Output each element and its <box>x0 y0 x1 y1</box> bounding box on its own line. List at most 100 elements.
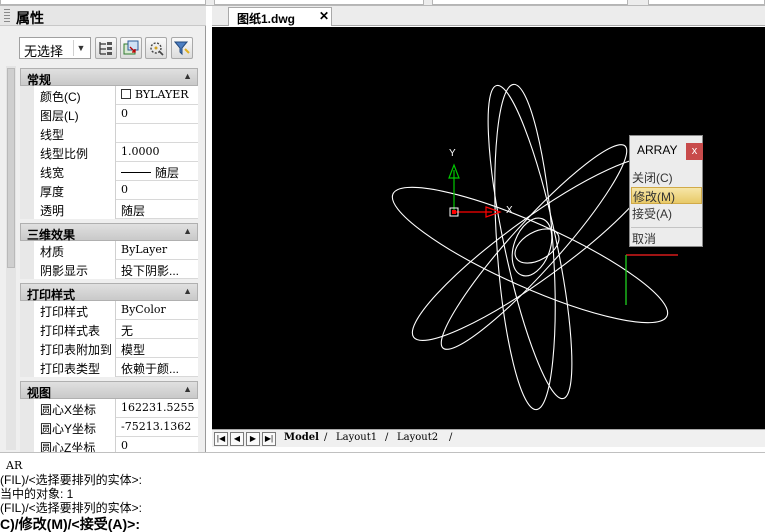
menu-item-close[interactable]: 关闭(C) <box>631 169 702 186</box>
property-row-plot-style[interactable]: 打印样式 ByColor <box>20 301 198 320</box>
row-gutter <box>20 241 34 260</box>
filter-icon <box>174 41 190 56</box>
selection-value: 无选择 <box>24 44 64 59</box>
command-prompt[interactable]: C)/修改(M)/<接受(A)>: <box>0 514 140 532</box>
row-gutter <box>20 260 34 279</box>
toolbar-field[interactable] <box>0 0 206 5</box>
property-row-center-x[interactable]: 圆心X坐标 162231.5255 <box>20 399 198 418</box>
select-objects-icon <box>123 40 139 55</box>
panel-scrollbar[interactable] <box>6 66 16 450</box>
property-row-plot-style-table[interactable]: 打印样式表 无 <box>20 320 198 339</box>
array-context-menu: ARRAY x 关闭(C) 修改(M) 接受(A) 取消 <box>629 135 703 247</box>
property-value[interactable]: 无 <box>117 320 198 339</box>
property-name: 打印样式表 <box>34 320 116 339</box>
section-view[interactable]: 视图 ▲ <box>20 381 198 400</box>
close-icon[interactable]: ✕ <box>319 9 329 23</box>
property-value[interactable]: BYLAYER <box>117 86 198 105</box>
property-row-linetype-scale[interactable]: 线型比例 1.0000 <box>20 143 198 162</box>
menu-title: ARRAY <box>637 143 678 157</box>
property-name: 圆心Z坐标 <box>34 437 116 452</box>
property-value[interactable]: 162231.5255 <box>117 399 198 418</box>
tab-layout1[interactable]: Layout1 <box>336 431 377 447</box>
last-layout-icon[interactable]: ▶| <box>262 432 276 446</box>
tab-drawing[interactable]: 图纸1.dwg ✕ <box>228 7 332 26</box>
property-row-center-y[interactable]: 圆心Y坐标 -75213.1362 <box>20 418 198 437</box>
prev-layout-icon[interactable]: ◀ <box>230 432 244 446</box>
row-gutter <box>20 181 34 200</box>
property-value[interactable]: -75213.1362 <box>117 418 198 437</box>
array-ellipse[interactable] <box>471 80 588 404</box>
property-row-plot-table-type[interactable]: 打印表类型 依赖于颜... <box>20 358 198 377</box>
property-value[interactable]: 模型 <box>117 339 198 358</box>
lineweight-value: 随层 <box>155 166 180 180</box>
properties-panel: 属性 无选择 ▼ 常规 ▲ 颜色(C) BYLAYER 图层(L) 0 线型 线… <box>0 6 206 452</box>
property-value[interactable]: ByColor <box>117 301 198 320</box>
property-name: 线型 <box>34 124 116 143</box>
drag-grip-icon[interactable] <box>4 9 10 23</box>
properties-title-bar[interactable]: 属性 <box>0 6 206 26</box>
filter-button[interactable] <box>171 37 193 59</box>
row-gutter <box>20 418 34 437</box>
close-icon[interactable]: x <box>686 143 703 160</box>
selection-toolbar: 无选择 ▼ <box>19 37 199 61</box>
property-row-material[interactable]: 材质 ByLayer <box>20 241 198 260</box>
property-name: 圆心X坐标 <box>34 399 116 418</box>
ucs-x-label: X <box>506 205 513 216</box>
property-row-linetype[interactable]: 线型 <box>20 124 198 143</box>
property-value[interactable]: 1.0000 <box>117 143 198 162</box>
ucs-y-label: Y <box>449 148 456 159</box>
property-row-plot-table-attached[interactable]: 打印表附加到 模型 <box>20 339 198 358</box>
property-value[interactable]: 依赖于颜... <box>117 358 198 377</box>
property-row-layer[interactable]: 图层(L) 0 <box>20 105 198 124</box>
color-swatch-icon <box>121 89 131 99</box>
property-value[interactable] <box>117 124 198 143</box>
first-layout-icon[interactable]: |◀ <box>214 432 228 446</box>
toolbar-field[interactable] <box>214 0 424 5</box>
tab-end-sep: / <box>449 432 453 443</box>
collapse-icon[interactable]: ▲ <box>183 226 192 236</box>
property-row-thickness[interactable]: 厚度 0 <box>20 181 198 200</box>
row-gutter <box>20 200 34 219</box>
layout-tab-bar: |◀ ◀ ▶ ▶| Model / Layout1 / Layout2 / <box>212 429 765 447</box>
section-plot-style[interactable]: 打印样式 ▲ <box>20 283 198 302</box>
section-general[interactable]: 常规 ▲ <box>20 68 198 87</box>
property-row-lineweight[interactable]: 线宽 随层 <box>20 162 198 181</box>
next-layout-icon[interactable]: ▶ <box>246 432 260 446</box>
property-row-center-z[interactable]: 圆心Z坐标 0 <box>20 437 198 452</box>
array-ellipse[interactable] <box>486 82 565 411</box>
array-ellipse[interactable] <box>425 130 643 364</box>
selection-dropdown[interactable]: 无选择 ▼ <box>19 37 91 59</box>
property-row-color[interactable]: 颜色(C) BYLAYER <box>20 86 198 105</box>
menu-item-modify[interactable]: 修改(M) <box>631 187 702 204</box>
toolbar-field[interactable] <box>648 0 765 5</box>
toolbar-field[interactable] <box>432 0 628 5</box>
collapse-icon[interactable]: ▲ <box>183 384 192 394</box>
property-value[interactable]: 0 <box>117 437 198 452</box>
tab-layout2[interactable]: Layout2 <box>397 431 438 447</box>
collapse-icon[interactable]: ▲ <box>183 286 192 296</box>
property-value[interactable]: 0 <box>117 105 198 124</box>
property-row-shadow-display[interactable]: 阴影显示 投下阴影... <box>20 260 198 279</box>
property-value[interactable]: 随层 <box>117 200 198 219</box>
menu-item-cancel[interactable]: 取消 <box>631 230 702 247</box>
section-3d-effects[interactable]: 三维效果 ▲ <box>20 223 198 242</box>
property-value[interactable]: 投下阴影... <box>117 260 198 279</box>
menu-header: ARRAY x <box>630 136 703 166</box>
tab-model[interactable]: Model <box>284 431 319 447</box>
properties-title: 属性 <box>16 10 44 26</box>
chevron-down-icon[interactable]: ▼ <box>73 40 88 56</box>
menu-item-accept[interactable]: 接受(A) <box>631 205 702 222</box>
property-row-transparency[interactable]: 透明 随层 <box>20 200 198 219</box>
quick-select-button[interactable] <box>145 37 167 59</box>
scrollbar-thumb[interactable] <box>7 68 15 268</box>
row-gutter <box>20 339 34 358</box>
property-value[interactable]: 0 <box>117 181 198 200</box>
property-name: 打印表类型 <box>34 358 116 377</box>
toggle-pickadd-button[interactable] <box>95 37 117 59</box>
property-value[interactable]: ByLayer <box>117 241 198 260</box>
command-line[interactable]: AR (FIL)/<选择要排列的实体>: 当中的对象: 1 (FIL)/<选择要… <box>0 452 765 532</box>
select-objects-button[interactable] <box>120 37 142 59</box>
property-value[interactable]: 随层 <box>117 162 198 181</box>
crosshair-cursor <box>625 254 678 305</box>
collapse-icon[interactable]: ▲ <box>183 71 192 81</box>
